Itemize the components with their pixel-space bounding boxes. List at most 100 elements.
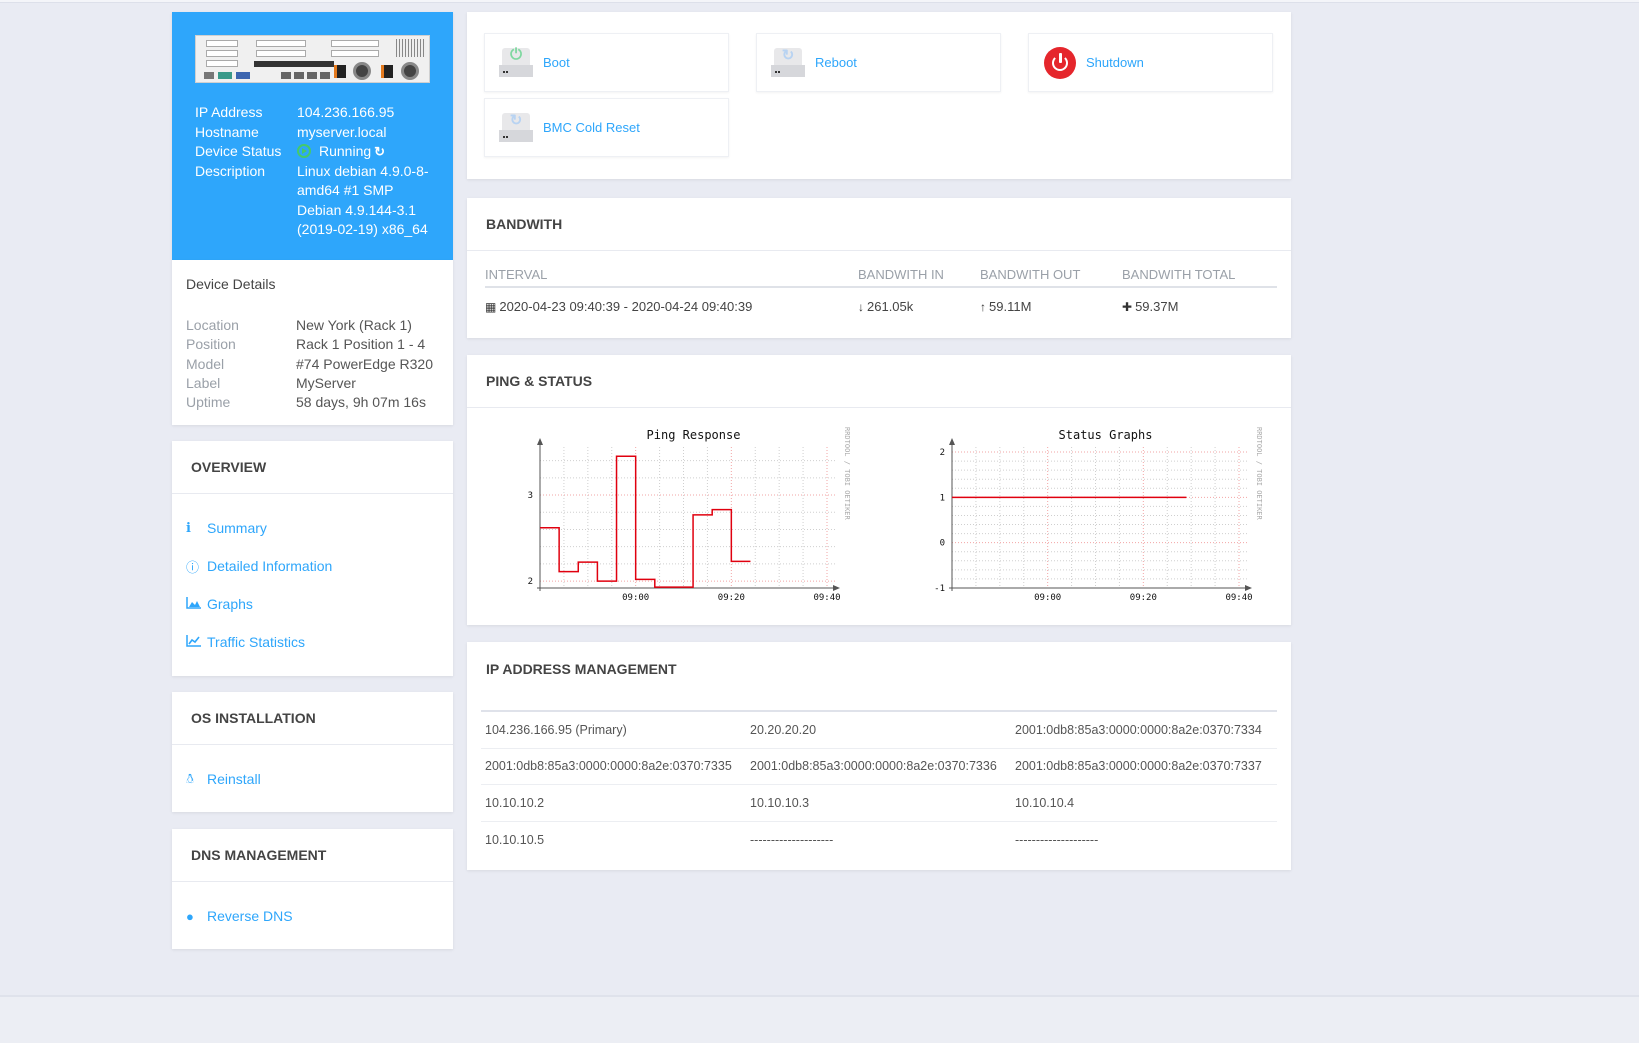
x-tick-label: 09:20 [718, 593, 745, 603]
shutdown-button[interactable]: Shutdown [1028, 33, 1273, 92]
chart-watermark: RRDTOOL / TOBI OETIKER [1255, 427, 1263, 521]
details-label: Label [186, 374, 221, 391]
status-text: Running [319, 143, 372, 159]
info-description: Description Linux debian 4.9.0-8-amd64 #… [195, 162, 437, 240]
x-tick-label: 09:00 [1034, 593, 1061, 603]
ip-cell: 10.10.10.5 [485, 832, 545, 847]
nav-summary[interactable]: i Summary [172, 509, 453, 547]
nav-label: Graphs [207, 596, 253, 612]
series-line [540, 455, 751, 588]
nav-label: Summary [207, 520, 267, 536]
ip-cell: 2001:0db8:85a3:0000:0000:8a2e:0370:7334 [1015, 722, 1262, 737]
nav-reinstall[interactable]: 🐧︎ Reinstall [172, 760, 453, 798]
info-label: IP Address [195, 104, 263, 120]
details-value: New York (Rack 1) [296, 317, 412, 333]
footer-bar [0, 995, 1639, 1043]
y-axis-arrow [949, 438, 955, 445]
dns-management-title: DNS MANAGEMENT [172, 829, 453, 882]
x-tick-label: 09:40 [813, 593, 840, 603]
info-ip-address: IP Address 104.236.166.95 [195, 103, 437, 123]
x-axis-arrow [1245, 585, 1252, 591]
nav-reverse-dns[interactable]: ● Reverse DNS [172, 897, 453, 935]
ip-cell: 10.10.10.4 [1015, 795, 1075, 810]
nav-label: Traffic Statistics [207, 634, 306, 650]
ip-management-title: IP ADDRESS MANAGEMENT [486, 660, 677, 677]
bandwidth-out-value: 59.11M [989, 298, 1032, 314]
refresh-drive-icon: ↻ [499, 112, 533, 143]
shutdown-label: Shutdown [1086, 55, 1144, 70]
column-header: BANDWITH OUT [980, 267, 1081, 282]
info-icon: i [186, 520, 191, 536]
ip-row: 104.236.166.95 (Primary) 20.20.20.20 2001:… [481, 712, 1277, 749]
nav-label: Detailed Information [207, 558, 333, 574]
ip-cell: 20.20.20.20 [750, 722, 817, 737]
y-tick-label: 2 [528, 577, 533, 587]
bandwidth-total-value: 59.37M [1135, 298, 1179, 314]
bandwidth-header-row: INTERVAL BANDWITH IN BANDWITH OUT BANDWI… [485, 263, 1277, 288]
x-tick-label: 09:40 [1225, 593, 1252, 603]
ip-cell: 2001:0db8:85a3:0000:0000:8a2e:0370:7335 [485, 759, 732, 774]
info-circle-icon: ⓘ [186, 559, 200, 575]
chart-title: Status Graphs [1059, 428, 1153, 442]
details-row: Model #74 PowerEdge R320 [186, 355, 433, 374]
bmc-cold-reset-label: BMC Cold Reset [543, 120, 640, 135]
refresh-drive-icon: ↻ [771, 47, 805, 78]
ip-cell: -------------------- [1015, 832, 1099, 847]
boot-button[interactable]: ⏻ Boot [484, 33, 729, 92]
y-tick-label: -1 [934, 584, 945, 594]
device-status-value: Running ↻ [297, 142, 437, 162]
play-circle-icon [297, 144, 311, 158]
line-chart-icon [186, 634, 207, 650]
details-value: MyServer [296, 374, 356, 391]
column-header: BANDWITH TOTAL [1122, 267, 1236, 282]
details-label: Location [186, 317, 239, 333]
info-label: Hostname [195, 123, 259, 140]
server-info: IP Address 104.236.166.95 Hostname myser… [195, 103, 437, 240]
status-chart-svg: Status Graphs -1 0 1 2 09:00 09:20 09:40 RRDTOOL… [934, 427, 1263, 603]
ping-status-title: PING & STATUS [467, 355, 1291, 408]
os-installation-panel: OS INSTALLATION 🐧︎ Reinstall [172, 692, 453, 812]
globe-icon: ● [186, 908, 194, 924]
ip-row: 2001:0db8:85a3:0000:0000:8a2e:0370:7335 2… [481, 749, 1277, 785]
os-installation-title: OS INSTALLATION [172, 692, 453, 745]
ip-cell: 10.10.10.2 [485, 795, 545, 810]
nav-detailed-information[interactable]: ⓘ Detailed Information [172, 547, 453, 585]
power-off-icon [1044, 46, 1076, 79]
bandwidth-table: INTERVAL BANDWITH IN BANDWITH OUT BANDWI… [485, 263, 1277, 324]
details-label: Uptime [186, 394, 231, 411]
reboot-button[interactable]: ↻ Reboot [756, 33, 1001, 92]
power-actions-panel: ⏻ Boot ↻ Reboot Shutdown ↻ BMC Cold Rese… [467, 12, 1291, 179]
ip-row: 10.10.10.5 -------------------- ----------… [481, 822, 1277, 859]
nav-label: Reverse DNS [207, 908, 293, 924]
info-device-status: Device Status Running ↻ [195, 142, 437, 162]
dns-management-panel: DNS MANAGEMENT ● Reverse DNS [172, 829, 453, 949]
chart-title: Ping Response [647, 428, 741, 442]
details-label: Model [186, 355, 225, 372]
ip-table: 104.236.166.95 (Primary) 20.20.20.20 2001:… [481, 710, 1277, 858]
column-header: BANDWITH IN [858, 267, 944, 282]
details-row: Label MyServer [186, 374, 433, 393]
status-graphs-chart: Status Graphs -1 0 1 2 09:00 09:20 09:40 RRDTOOL… [919, 425, 1289, 610]
area-chart-icon [186, 596, 207, 612]
chart-watermark: RRDTOOL / TOBI OETIKER [843, 427, 851, 521]
ping-response-chart: Ping Response 2 3 09:00 09:20 09:40 RRDTOOL / … [507, 425, 877, 610]
top-bar [0, 0, 1639, 3]
details-row: Position Rack 1 Position 1 - 4 [186, 335, 433, 354]
reboot-label: Reboot [815, 55, 857, 70]
y-tick-label: 0 [940, 539, 945, 549]
info-label: Description [195, 162, 266, 179]
nav-traffic-statistics[interactable]: Traffic Statistics [172, 623, 453, 661]
ip-management-panel: IP ADDRESS MANAGEMENT 104.236.166.95 (Pr… [467, 642, 1291, 870]
power-drive-icon: ⏻ [499, 46, 533, 78]
description-value: Linux debian 4.9.0-8-amd64 #1 SMP Debian… [297, 162, 429, 238]
refresh-icon[interactable]: ↻ [374, 142, 385, 162]
details-label: Position [186, 336, 236, 353]
nav-graphs[interactable]: Graphs [172, 585, 453, 623]
x-tick-label: 09:00 [622, 593, 649, 603]
arrow-up-icon: ↑ [980, 299, 986, 314]
bmc-cold-reset-button[interactable]: ↻ BMC Cold Reset [484, 98, 729, 157]
info-hostname: Hostname myserver.local [195, 123, 437, 143]
ip-cell: 2001:0db8:85a3:0000:0000:8a2e:0370:7337 [1015, 759, 1262, 774]
overview-panel: OVERVIEW i Summary ⓘ Detailed Information … [172, 441, 453, 676]
ip-row: 10.10.10.2 10.10.10.3 10.10.10.4 [481, 785, 1277, 822]
